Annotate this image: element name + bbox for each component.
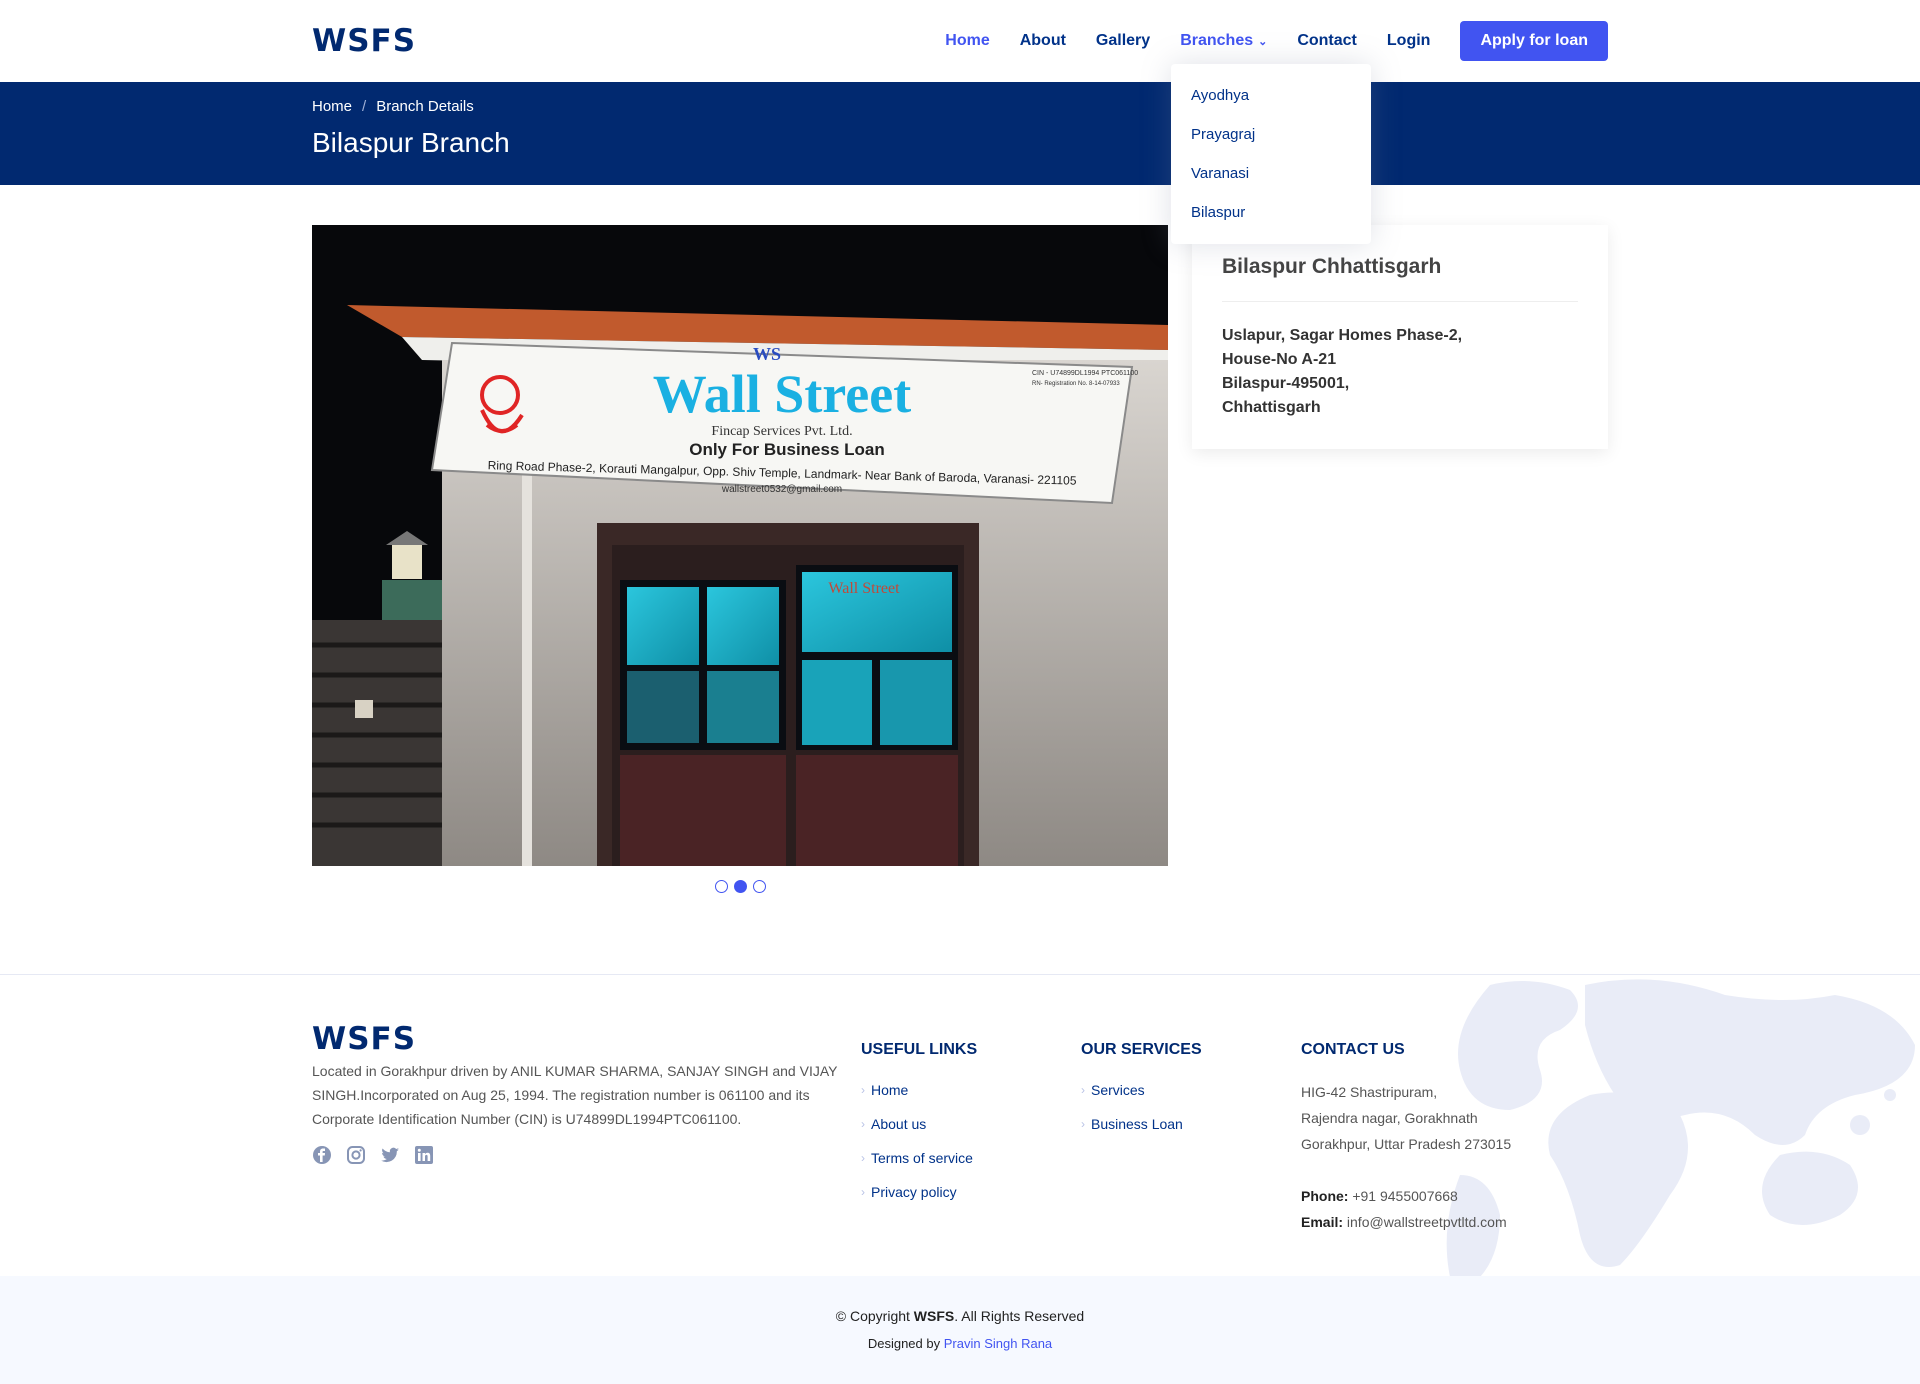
useful-links-heading: USEFUL LINKS: [861, 1041, 978, 1058]
dropdown-item-prayagraj[interactable]: Prayagraj: [1171, 115, 1371, 154]
footer-logo[interactable]: WSFS: [312, 1021, 861, 1057]
branch-address-line: House-No A-21: [1222, 351, 1337, 368]
footer-link-label: Terms of service: [871, 1150, 973, 1166]
chevron-right-icon: ›: [861, 1185, 865, 1199]
designer-credit: Designed by Pravin Singh Rana: [0, 1336, 1920, 1351]
nav-gallery[interactable]: Gallery: [1096, 32, 1150, 50]
slider-dot-2[interactable]: [733, 880, 747, 893]
facebook-icon[interactable]: [312, 1145, 334, 1167]
copyright: © Copyright WSFS. All Rights Reserved: [0, 1308, 1920, 1324]
apply-for-loan-button[interactable]: Apply for loan: [1460, 21, 1608, 61]
site-logo[interactable]: WSFS: [312, 23, 416, 59]
branch-photo[interactable]: WS Wall Street Fincap Services Pvt. Ltd.…: [312, 225, 1168, 866]
slider-dot-3[interactable]: [752, 880, 766, 893]
footer-service-services[interactable]: › Services: [1081, 1073, 1301, 1107]
copyright-suffix: . All Rights Reserved: [954, 1308, 1085, 1324]
sign-subtitle: Fincap Services Pvt. Ltd.: [711, 424, 852, 439]
chevron-right-icon: ›: [1081, 1117, 1085, 1131]
sign-registration: RN- Registration No. 8-14-07933: [1032, 381, 1120, 387]
breadcrumb-banner: Home / Branch Details Bilaspur Branch: [0, 82, 1920, 185]
footer-useful-links: USEFUL LINKS › Home › About us › Terms of s…: [861, 1021, 1081, 1235]
phone-number[interactable]: +91 9455007668: [1352, 1188, 1458, 1204]
twitter-icon[interactable]: [380, 1145, 402, 1167]
footer-link-privacy[interactable]: › Privacy policy: [861, 1175, 1081, 1209]
designed-by-label: Designed by: [867, 1336, 941, 1351]
slider-pagination: [312, 880, 1168, 893]
nav-branches-label: Branches: [1180, 32, 1254, 49]
breadcrumb-current: Branch Details: [376, 98, 474, 115]
email-address[interactable]: info@wallstreetpvtltd.com: [1347, 1214, 1507, 1230]
contact-address-line: HIG-42 Shastripuram,: [1301, 1084, 1438, 1100]
footer-contact: CONTACT US HIG-42 Shastripuram, Rajendra…: [1301, 1021, 1511, 1235]
copyright-brand: WSFS: [913, 1308, 955, 1324]
footer-about-text: Located in Gorakhpur driven by ANIL KUMA…: [312, 1063, 838, 1127]
footer-link-label: Home: [871, 1082, 909, 1098]
nav-contact[interactable]: Contact: [1297, 32, 1357, 50]
sign-email: wallstreet0532@gmail.com: [721, 484, 842, 495]
contact-address-line: Rajendra nagar, Gorakhnath: [1301, 1110, 1478, 1126]
breadcrumb: Home / Branch Details: [312, 98, 1608, 115]
chevron-down-icon: ⌄: [1258, 35, 1268, 48]
nav-branches[interactable]: Branches ⌄: [1180, 32, 1267, 50]
phone-label: Phone:: [1301, 1188, 1349, 1204]
copyright-prefix: © Copyright: [835, 1308, 910, 1324]
branch-photo-slider: WS Wall Street Fincap Services Pvt. Ltd.…: [312, 225, 1168, 893]
footer-link-home[interactable]: › Home: [861, 1073, 1081, 1107]
chevron-right-icon: ›: [861, 1151, 865, 1165]
sign-title: Wall Street: [653, 364, 911, 424]
page-title: Bilaspur Branch: [312, 127, 510, 158]
footer-service-business-loan[interactable]: › Business Loan: [1081, 1107, 1301, 1141]
storefront-image: WS Wall Street Fincap Services Pvt. Ltd.…: [312, 225, 1168, 866]
dropdown-item-varanasi[interactable]: Varanasi: [1171, 154, 1371, 193]
social-links: [312, 1145, 861, 1167]
dropdown-item-ayodhya[interactable]: Ayodhya: [1171, 76, 1371, 115]
site-header: WSFS Home About Gallery Branches ⌄ Conta…: [0, 0, 1920, 82]
chevron-right-icon: ›: [1081, 1083, 1085, 1097]
glass-text: Wall Street: [828, 580, 900, 597]
footer-services: OUR SERVICES › Services › Business Loan: [1081, 1021, 1301, 1235]
branch-info-card: Bilaspur Chhattisgarh Uslapur, Sagar Hom…: [1192, 225, 1608, 449]
branch-address: Uslapur, Sagar Homes Phase-2, House-No A…: [1222, 324, 1578, 420]
footer-link-terms[interactable]: › Terms of service: [861, 1141, 1081, 1175]
footer-link-label: About us: [871, 1116, 927, 1132]
sign-cin: CIN - U74899DL1994 PTC061100: [1032, 370, 1138, 377]
branch-address-line: Bilaspur-495001,: [1222, 375, 1350, 392]
footer-link-label: Privacy policy: [871, 1184, 957, 1200]
main-nav: Home About Gallery Branches ⌄ Contact Lo…: [915, 21, 1608, 61]
slider-dot-1[interactable]: [714, 880, 728, 893]
branch-info-title: Bilaspur Chhattisgarh: [1222, 255, 1578, 302]
contact-address-line: Gorakhpur, Uttar Pradesh 273015: [1301, 1136, 1512, 1152]
breadcrumb-separator: /: [362, 98, 367, 115]
contact-heading: CONTACT US: [1301, 1041, 1405, 1058]
designer-link[interactable]: Pravin Singh Rana: [944, 1336, 1052, 1351]
breadcrumb-home[interactable]: Home: [312, 98, 352, 115]
sign-tagline: Only For Business Loan: [689, 440, 885, 459]
branch-address-line: Uslapur, Sagar Homes Phase-2,: [1222, 327, 1463, 344]
chevron-right-icon: ›: [861, 1083, 865, 1097]
linkedin-icon[interactable]: [414, 1145, 436, 1167]
email-label: Email:: [1301, 1214, 1344, 1230]
footer-top: WSFS Located in Gorakhpur driven by ANIL…: [0, 974, 1920, 1276]
nav-about[interactable]: About: [1020, 32, 1066, 50]
sign-logo: WS: [753, 344, 781, 364]
nav-home[interactable]: Home: [945, 32, 989, 50]
dropdown-item-bilaspur[interactable]: Bilaspur: [1171, 193, 1371, 232]
footer-service-label: Services: [1091, 1082, 1145, 1098]
nav-login[interactable]: Login: [1387, 32, 1431, 50]
services-heading: OUR SERVICES: [1081, 1041, 1202, 1058]
branches-dropdown: Ayodhya Prayagraj Varanasi Bilaspur: [1171, 64, 1371, 244]
site-footer: WSFS Located in Gorakhpur driven by ANIL…: [0, 974, 1920, 1384]
footer-about: WSFS Located in Gorakhpur driven by ANIL…: [312, 1021, 861, 1235]
footer-bottom: © Copyright WSFS. All Rights Reserved De…: [0, 1276, 1920, 1384]
instagram-icon[interactable]: [346, 1145, 368, 1167]
branch-details: WS Wall Street Fincap Services Pvt. Ltd.…: [0, 185, 1920, 974]
footer-service-label: Business Loan: [1091, 1116, 1183, 1132]
chevron-right-icon: ›: [861, 1117, 865, 1131]
footer-link-about[interactable]: › About us: [861, 1107, 1081, 1141]
branch-address-line: Chhattisgarh: [1222, 399, 1321, 416]
